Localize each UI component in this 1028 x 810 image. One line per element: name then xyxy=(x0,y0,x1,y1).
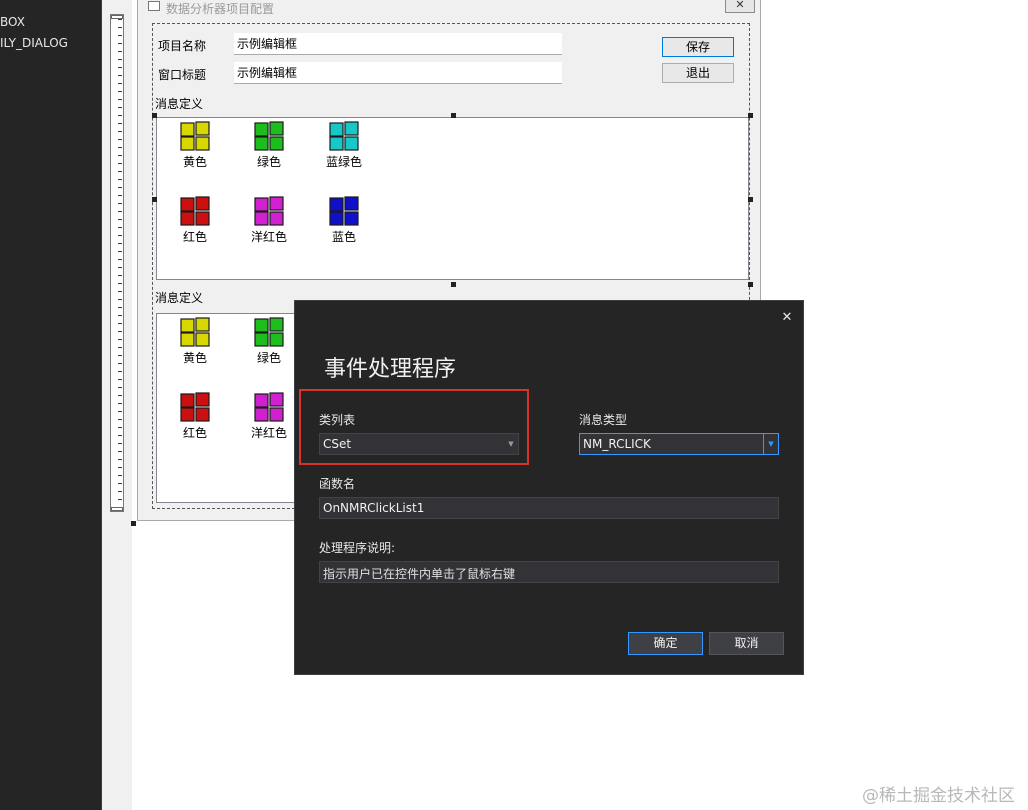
event-handler-dialog[interactable]: ✕ 事件处理程序 类列表 CSet ▼ 消息类型 NM_RCLICK ▼ 函数名… xyxy=(294,300,804,675)
list-item[interactable]: 黄色 xyxy=(165,121,225,170)
resize-handle[interactable] xyxy=(748,282,753,287)
resize-handle[interactable] xyxy=(131,521,136,526)
list-item[interactable]: 黄色 xyxy=(165,317,225,366)
save-button[interactable]: 保存 xyxy=(662,37,734,57)
resize-handle[interactable] xyxy=(451,113,456,118)
function-name-input[interactable]: OnNMRClickList1 xyxy=(319,497,779,519)
list-item[interactable]: 洋红色 xyxy=(239,196,299,245)
window-icon xyxy=(148,1,160,11)
puzzle-icon xyxy=(329,196,359,226)
ruler-cap xyxy=(111,507,123,511)
project-name-label: 项目名称 xyxy=(158,39,207,53)
list-item-label: 黄色 xyxy=(182,351,207,365)
resize-handle[interactable] xyxy=(152,197,157,202)
puzzle-icon xyxy=(180,121,210,151)
list-item[interactable]: 绿色 xyxy=(239,317,299,366)
tree-item[interactable]: ILY_DIALOG xyxy=(0,36,68,50)
list-item[interactable]: 红色 xyxy=(165,392,225,441)
message-type-label: 消息类型 xyxy=(579,413,628,427)
cancel-button[interactable]: 取消 xyxy=(709,632,784,655)
puzzle-icon xyxy=(180,317,210,347)
puzzle-icon xyxy=(254,121,284,151)
puzzle-icon xyxy=(254,196,284,226)
close-icon[interactable]: ✕ xyxy=(779,310,795,326)
window-title-input[interactable]: 示例编辑框 xyxy=(234,62,562,84)
message-type-combo[interactable]: NM_RCLICK ▼ xyxy=(579,433,779,455)
tree-item[interactable]: BOX xyxy=(0,15,25,29)
class-list-value: CSet xyxy=(323,437,352,451)
vertical-ruler[interactable] xyxy=(110,14,124,512)
list-item-label: 洋红色 xyxy=(250,230,287,244)
puzzle-icon xyxy=(254,317,284,347)
exit-button[interactable]: 退出 xyxy=(662,63,734,83)
list-item[interactable]: 蓝色 xyxy=(314,196,374,245)
list-item-label: 黄色 xyxy=(182,155,207,169)
list-item[interactable]: 洋红色 xyxy=(239,392,299,441)
resource-tree-panel: BOX ILY_DIALOG xyxy=(0,0,101,810)
message-type-value: NM_RCLICK xyxy=(583,437,651,451)
puzzle-icon xyxy=(180,196,210,226)
list-item-label: 蓝绿色 xyxy=(325,155,362,169)
description-label: 处理程序说明: xyxy=(319,541,396,555)
puzzle-icon xyxy=(329,121,359,151)
description-field[interactable]: 指示用户已在控件内单击了鼠标右键 xyxy=(319,561,779,583)
resize-handle[interactable] xyxy=(748,197,753,202)
dialog-title: 事件处理程序 xyxy=(324,357,457,382)
watermark: @稀土掘金技术社区 xyxy=(862,786,1015,806)
group2-label: 消息定义 xyxy=(155,291,204,305)
group1-label: 消息定义 xyxy=(155,97,204,111)
puzzle-icon xyxy=(180,392,210,422)
project-name-input[interactable]: 示例编辑框 xyxy=(234,33,562,55)
ok-button[interactable]: 确定 xyxy=(628,632,703,655)
list-item[interactable]: 绿色 xyxy=(239,121,299,170)
list-item-label: 红色 xyxy=(182,230,207,244)
design-dialog-title: 数据分析器项目配置 xyxy=(166,2,275,16)
list-item-label: 蓝色 xyxy=(331,230,356,244)
design-dialog-titlebar: 数据分析器项目配置 ✕ xyxy=(138,0,760,16)
design-close-icon[interactable]: ✕ xyxy=(725,0,755,13)
puzzle-icon xyxy=(254,392,284,422)
window-title-label: 窗口标题 xyxy=(158,68,207,82)
resize-handle[interactable] xyxy=(152,113,157,118)
resize-handle[interactable] xyxy=(748,113,753,118)
resize-handle[interactable] xyxy=(451,282,456,287)
class-list-combo[interactable]: CSet ▼ xyxy=(319,433,519,455)
list-item[interactable]: 蓝绿色 xyxy=(314,121,374,170)
ruler-ticks xyxy=(118,19,122,507)
class-list-label: 类列表 xyxy=(319,413,356,427)
dropdown-arrow-icon: ▼ xyxy=(508,440,514,448)
list-item-label: 洋红色 xyxy=(250,426,287,440)
list-item-label: 红色 xyxy=(182,426,207,440)
list-item-label: 绿色 xyxy=(256,155,281,169)
list-item-label: 绿色 xyxy=(256,351,281,365)
list-item[interactable]: 红色 xyxy=(165,196,225,245)
function-name-label: 函数名 xyxy=(319,477,356,491)
dropdown-arrow-icon[interactable]: ▼ xyxy=(763,434,778,454)
